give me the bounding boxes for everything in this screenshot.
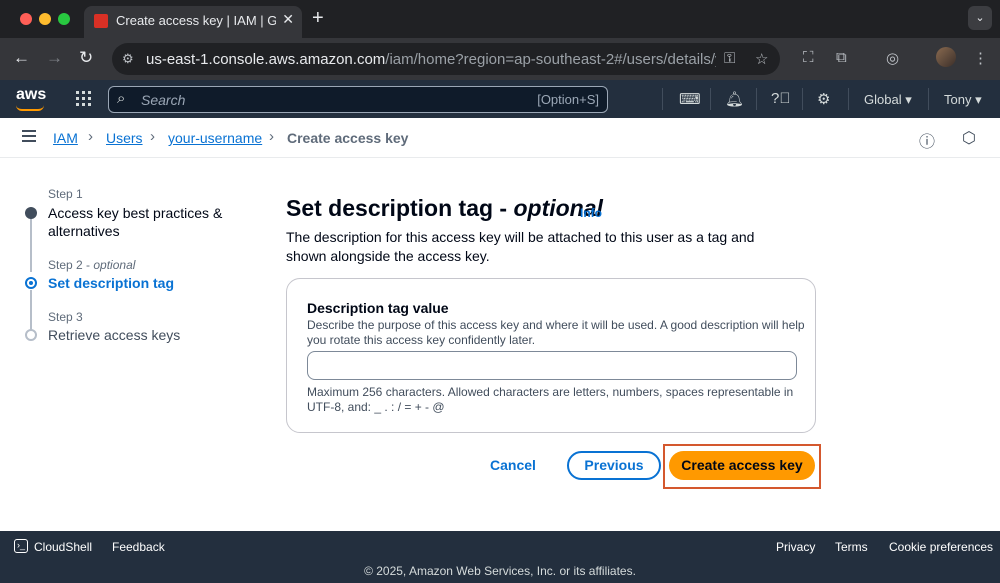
create-access-key-button[interactable]: Create access key [669, 451, 815, 480]
region-selector[interactable]: Global ▾ [864, 92, 912, 108]
close-window-button[interactable] [20, 13, 32, 25]
close-tab-icon[interactable]: ✕ [282, 11, 294, 28]
step-3-indicator [25, 329, 37, 341]
field-description: Describe the purpose of this access key … [307, 318, 805, 347]
divider [756, 88, 757, 110]
previous-button[interactable]: Previous [567, 451, 661, 480]
cancel-button[interactable]: Cancel [490, 457, 536, 473]
info-panel-icon[interactable]: ⓘ [919, 128, 935, 152]
bookmark-star-icon[interactable]: ☆ [755, 50, 768, 68]
aws-console-header: aws ⌕ Search [Option+S] ⌨ 🔔︎ ?⃝ ⚙ Global… [0, 80, 1000, 118]
footer-feedback[interactable]: Feedback [112, 540, 165, 554]
screenshot-icon[interactable]: ⛶ [803, 49, 814, 66]
step-connector [30, 290, 32, 330]
aws-logo-smile-icon [16, 105, 44, 111]
step-3-title: Retrieve access keys [48, 327, 181, 343]
help-icon[interactable]: ?⃝ [771, 90, 791, 107]
aws-logo[interactable]: aws [16, 86, 46, 104]
step-2-indicator [25, 277, 37, 289]
breadcrumb-users[interactable]: Users [106, 130, 143, 146]
reload-icon[interactable]: ↻ [79, 48, 93, 68]
page-title: Set description tag - optional [286, 195, 603, 221]
lens-icon[interactable]: ◎ [886, 49, 899, 67]
security-hexagon-icon[interactable]: ⬡ [962, 128, 976, 148]
step-3-label: Step 3 [48, 310, 83, 324]
search-icon: ⌕ [117, 90, 126, 107]
cloudshell-icon[interactable]: ⌨ [679, 90, 701, 108]
cloudshell-icon[interactable]: ›_ [14, 539, 28, 553]
url-text: us-east-1.console.aws.amazon.com/iam/hom… [146, 51, 716, 68]
new-tab-icon[interactable]: + [312, 7, 324, 30]
breadcrumb-user[interactable]: your-username [168, 130, 262, 146]
profile-avatar[interactable] [936, 47, 956, 67]
divider [928, 88, 929, 110]
account-menu[interactable]: Tony ▾ [944, 92, 982, 108]
chevron-right-icon: › [150, 128, 155, 145]
step-1-label: Step 1 [48, 187, 83, 201]
footer-privacy[interactable]: Privacy [776, 540, 815, 554]
tab-search-icon[interactable]: ⌄ [968, 6, 992, 30]
footer-cloudshell[interactable]: CloudShell [34, 540, 92, 554]
notifications-bell-icon[interactable]: 🔔︎ [725, 90, 744, 108]
description-tag-input[interactable] [307, 351, 797, 380]
extensions-icon[interactable]: ⧉ [836, 49, 847, 66]
address-bar[interactable]: ⚙ us-east-1.console.aws.amazon.com/iam/h… [112, 43, 780, 75]
field-constraint-hint: Maximum 256 characters. Allowed characte… [307, 385, 794, 414]
breadcrumb-current: Create access key [287, 130, 409, 146]
breadcrumb: IAM › Users › your-username › Create acc… [0, 118, 1000, 158]
divider [802, 88, 803, 110]
browser-menu-icon[interactable]: ⋮ [973, 49, 988, 67]
search-input[interactable]: ⌕ Search [Option+S] [108, 86, 608, 113]
step-2-title: Set description tag [48, 275, 175, 291]
chevron-right-icon: › [269, 128, 274, 145]
page-description: The description for this access key will… [286, 229, 755, 264]
back-icon[interactable]: ← [13, 48, 30, 68]
tab-title: Create access key | IAM | Global [116, 13, 276, 28]
field-label: Description tag value [307, 300, 449, 316]
browser-toolbar: ← → ↻ ⚙ us-east-1.console.aws.amazon.com… [0, 38, 1000, 80]
browser-tab[interactable]: Create access key | IAM | Global ✕ [84, 6, 302, 38]
info-link[interactable]: Info [580, 206, 602, 220]
step-1-indicator [25, 207, 37, 219]
browser-tab-bar: Create access key | IAM | Global ✕ + ⌄ [0, 0, 1000, 38]
maximize-window-button[interactable] [58, 13, 70, 25]
chevron-right-icon: › [88, 128, 93, 145]
divider [662, 88, 663, 110]
console-footer: ›_ CloudShell Feedback Privacy Terms Coo… [0, 531, 1000, 583]
footer-terms[interactable]: Terms [835, 540, 868, 554]
step-connector [30, 218, 32, 272]
services-grid-icon[interactable] [76, 91, 91, 106]
divider [848, 88, 849, 110]
password-key-icon[interactable]: ⚿ [724, 50, 735, 67]
step-1-title[interactable]: Access key best practices & alternatives [48, 204, 228, 240]
footer-cookie-preferences[interactable]: Cookie preferences [889, 540, 993, 554]
minimize-window-button[interactable] [39, 13, 51, 25]
divider [710, 88, 711, 110]
search-shortcut-hint: [Option+S] [537, 92, 599, 107]
step-2-label: Step 2 - optional [48, 258, 136, 272]
description-tag-container: Description tag value Describe the purpo… [286, 278, 816, 433]
footer-copyright: © 2025, Amazon Web Services, Inc. or its… [364, 564, 636, 578]
breadcrumb-iam[interactable]: IAM [53, 130, 78, 146]
settings-gear-icon[interactable]: ⚙ [817, 90, 830, 108]
hamburger-menu-icon[interactable] [22, 130, 36, 142]
site-settings-icon[interactable]: ⚙ [122, 51, 134, 67]
aws-favicon-icon [94, 14, 108, 28]
forward-icon[interactable]: → [46, 48, 63, 68]
search-placeholder: Search [141, 92, 186, 108]
